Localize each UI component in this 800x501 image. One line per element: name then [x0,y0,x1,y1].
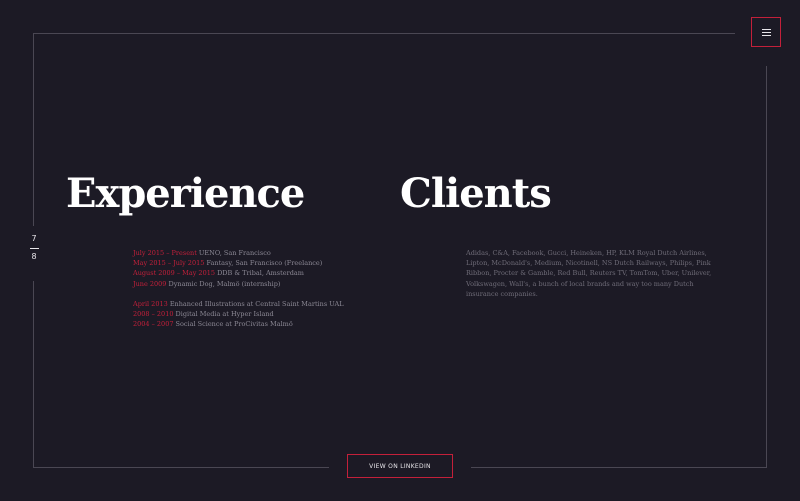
list-item: August 2009 – May 2015 DDB & Tribal, Ams… [133,268,322,278]
list-item: May 2015 – July 2015 Fantasy, San Franci… [133,258,322,268]
frame-line-left-lower [33,281,34,468]
work-experience-list: July 2015 – Present UENO, San Francisco … [133,248,322,289]
page-indicator-total: 8 [31,252,37,261]
list-item: July 2015 – Present UENO, San Francisco [133,248,322,258]
entry-text: Enhanced Illustrations at Central Saint … [169,300,344,308]
entry-date: August 2009 – May 2015 [133,269,215,278]
menu-button[interactable] [751,17,781,47]
hamburger-menu-icon [761,28,771,36]
entry-date: June 2009 [133,279,167,288]
entry-text: Social Science at ProCivitas Malmö [175,320,293,329]
experience-heading: Experience [66,170,305,217]
entry-date: April 2013 [133,300,168,308]
entry-date: May 2015 – July 2015 [133,259,205,268]
entry-text: DDB & Tribal, Amsterdam [217,269,304,278]
entry-date: 2004 – 2007 [133,320,174,329]
entry-text: UENO, San Francisco [198,249,271,257]
frame-line-bottom-left [33,467,329,468]
frame-line-right [766,66,767,468]
education-list: April 2013 Enhanced Illustrations at Cen… [133,299,344,330]
clients-list-text: Adidas, C&A, Facebook, Gucci, Heineken, … [466,249,712,298]
entry-text: Fantasy, San Francisco (Freelance) [206,259,323,268]
page-indicator-divider [29,248,39,249]
entry-date: July 2015 – Present [133,249,197,257]
frame-line-left-upper [33,33,34,226]
list-item: 2008 – 2010 Digital Media at Hyper Islan… [133,309,344,319]
page-indicator: 7 8 [26,234,42,262]
entry-text: Dynamic Dog, Malmö (internship) [168,279,281,288]
frame-line-top [33,33,735,34]
page-indicator-current: 7 [31,234,37,243]
list-item: 2004 – 2007 Social Science at ProCivitas… [133,319,344,329]
view-on-linkedin-button[interactable]: VIEW ON LINKEDIN [347,454,453,478]
list-item: June 2009 Dynamic Dog, Malmö (internship… [133,279,322,289]
entry-text: Digital Media at Hyper Island [175,310,274,319]
clients-heading: Clients [400,170,552,217]
entry-date: 2008 – 2010 [133,310,174,319]
list-item: April 2013 Enhanced Illustrations at Cen… [133,299,344,309]
frame-line-bottom-right [471,467,767,468]
